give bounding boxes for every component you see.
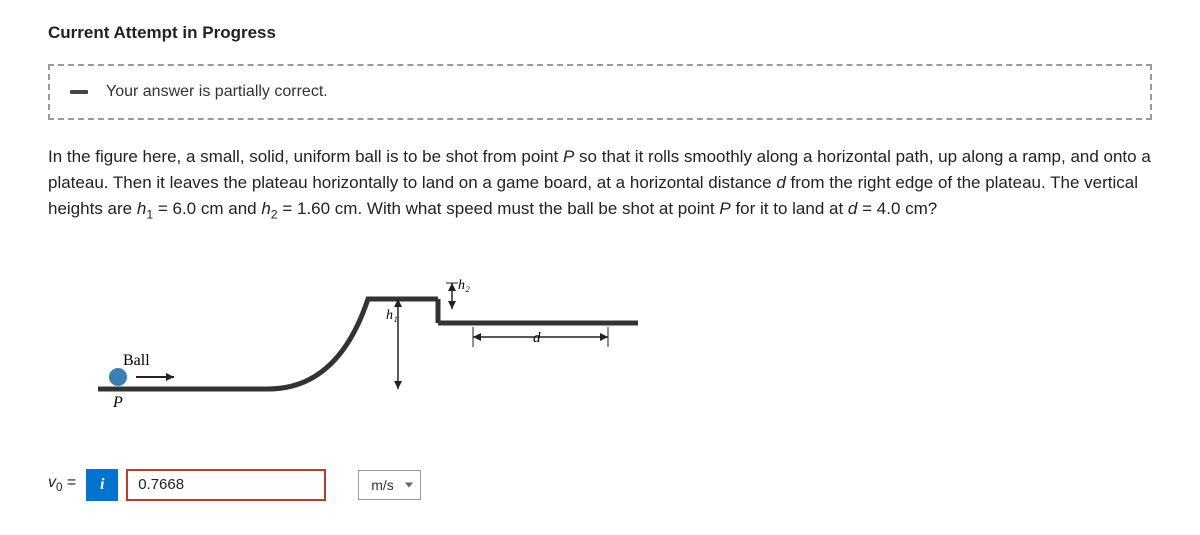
h2-arrow-bottom: [448, 301, 456, 309]
point-p-label: P: [112, 394, 123, 411]
unit-select-wrap: m/s: [358, 470, 421, 500]
info-icon[interactable]: i: [86, 469, 118, 501]
text-fragment: = 6.0 cm and: [153, 199, 261, 218]
d-arrow-left: [473, 333, 481, 341]
answer-variable-label: v0 =: [48, 471, 76, 497]
unit-select[interactable]: m/s: [358, 470, 421, 500]
var-d: d: [776, 173, 785, 192]
var-h1: h: [137, 199, 146, 218]
text-fragment: = 1.60 cm. With what speed must the ball…: [278, 199, 720, 218]
section-heading: Current Attempt in Progress: [48, 20, 1152, 46]
answer-row: v0 = i m/s: [48, 469, 1152, 501]
var-p: P: [563, 147, 574, 166]
ball-label: Ball: [123, 352, 150, 369]
problem-statement: In the figure here, a small, solid, unif…: [48, 144, 1152, 225]
h2-arrow-top: [448, 283, 456, 291]
var-h2: h: [261, 199, 270, 218]
d-arrow-right: [600, 333, 608, 341]
var-p: P: [719, 199, 730, 218]
velocity-arrow-head: [166, 373, 174, 381]
equals-sign: =: [62, 474, 76, 491]
h1-arrow-bottom: [394, 381, 402, 389]
figure-svg: Ball P h₁ h₂ d: [78, 249, 638, 419]
answer-input[interactable]: [126, 469, 326, 501]
text-fragment: In the figure here, a small, solid, unif…: [48, 147, 563, 166]
text-fragment: = 4.0 cm?: [857, 199, 937, 218]
var-v: v: [48, 474, 56, 491]
ball-icon: [109, 368, 127, 386]
sub-2: 2: [271, 208, 278, 222]
alert-message: Your answer is partially correct.: [106, 80, 328, 104]
minus-icon: [70, 90, 88, 94]
var-d: d: [848, 199, 857, 218]
feedback-alert: Your answer is partially correct.: [48, 64, 1152, 120]
h1-label: h₁: [386, 308, 398, 323]
h2-label: h₂: [458, 278, 470, 293]
physics-figure: Ball P h₁ h₂ d: [78, 249, 1152, 419]
text-fragment: for it to land at: [731, 199, 848, 218]
d-label: d: [533, 330, 541, 346]
